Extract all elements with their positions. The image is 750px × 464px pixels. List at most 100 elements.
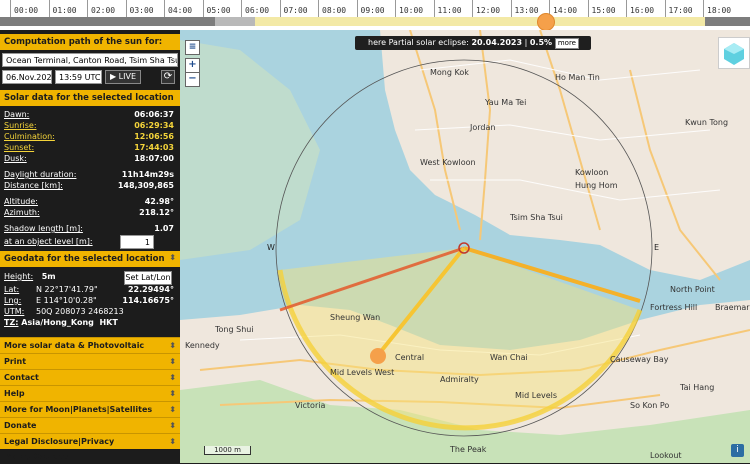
label-jordan: Jordan: [469, 123, 495, 132]
label-the-peak: The Peak: [449, 445, 487, 454]
timeline[interactable]: 00:00 01:00 02:00 03:00 04:00 05:00 06:00 07:00…: [0, 0, 750, 31]
menu-legal[interactable]: Legal Disclosure|Privacy Policy|Cookies ⬍: [0, 433, 180, 461]
eclipse-more-button[interactable]: more: [554, 38, 579, 49]
map[interactable]: W E West Kowloon Tsim Sha Tsui Hung Hom …: [180, 30, 750, 463]
timeline-tick: [10, 0, 11, 17]
daylight-row: Daylight duration: 11h14m29s: [0, 169, 180, 180]
menu-moon-planets-label: More for Moon|Planets|Satellites: [4, 405, 153, 414]
object-level-label[interactable]: at an object level [m]:: [4, 237, 93, 246]
object-level-row: at an object level [m]: 1: [0, 234, 180, 249]
solar-header[interactable]: Solar data for the selected location: [0, 90, 180, 106]
azimuth-label[interactable]: Azimuth:: [4, 208, 40, 217]
eclipse-date: 20.04.2023: [471, 38, 523, 47]
daylight-value: 11h14m29s: [121, 170, 174, 179]
menu-more-solar[interactable]: More solar data & Photovoltaic ⬍: [0, 337, 180, 353]
menu-moon-planets[interactable]: More for Moon|Planets|Satellites ⬍: [0, 401, 180, 417]
label-braemar: Braemar: [715, 303, 750, 312]
menu-print-label: Print: [4, 357, 27, 366]
timeline-tick: [395, 0, 396, 17]
timeline-hour-label: 18:00: [707, 6, 732, 15]
menu-contact[interactable]: Contact ⬍: [0, 369, 180, 385]
timeline-tick: [279, 0, 281, 17]
sidebar: Computation path of the sun for: Ocean T…: [0, 34, 180, 463]
label-fortress-hill: Fortress Hill: [650, 303, 697, 312]
label-lookout: Lookout: [650, 451, 682, 460]
sun-position-slider[interactable]: [537, 13, 555, 31]
timeline-hour-label: 04:00: [168, 6, 193, 15]
sunrise-label[interactable]: Sunrise:: [4, 121, 37, 130]
timeline-hour-label: 08:00: [322, 6, 347, 15]
dawn-value: 06:06:37: [134, 110, 174, 119]
compass-e: E: [654, 243, 659, 252]
timeline-hour-label: 09:00: [360, 6, 385, 15]
sunrise-value: 06:29:34: [134, 121, 174, 130]
lng-decimal-value: 114.16675°: [122, 296, 174, 305]
culmination-label[interactable]: Culmination:: [4, 132, 55, 141]
lng-row: Lng: E 114°10'0.28" 114.16675°: [0, 295, 180, 306]
time-input[interactable]: 13:59 UTC+8: [55, 70, 102, 84]
chevron-down-icon: ⬍: [169, 253, 176, 262]
chevron-down-icon: ⬍: [169, 421, 176, 430]
label-central: Central: [395, 353, 424, 362]
timeline-hour-label: 13:00: [514, 6, 539, 15]
label-north-point: North Point: [670, 285, 715, 294]
sunset-value: 17:44:03: [134, 143, 174, 152]
timeline-tick: [356, 0, 358, 17]
label-so-kon-po: So Kon Po: [630, 401, 669, 410]
eclipse-separator: |: [524, 38, 528, 47]
timeline-tick: [587, 0, 589, 17]
layers-menu-icon[interactable]: ≡: [185, 40, 200, 55]
label-mong-kok: Mong Kok: [430, 68, 469, 77]
height-label[interactable]: Height:: [4, 272, 33, 281]
eclipse-percent: 0.5%: [529, 38, 553, 47]
timeline-tick: [164, 0, 165, 17]
menu-print[interactable]: Print ⬍: [0, 353, 180, 369]
date-input[interactable]: 06.Nov.2023: [2, 70, 52, 84]
tz-row: TZ: Asia/Hong_Kong HKT: [0, 317, 180, 328]
set-latlon-button[interactable]: Set Lat/Lon: [124, 271, 172, 285]
timeline-hour-label: 01:00: [52, 6, 77, 15]
label-victoria: Victoria: [295, 401, 325, 410]
info-icon[interactable]: i: [731, 444, 744, 457]
dawn-row: Dawn: 06:06:37: [0, 109, 180, 120]
timeline-tick: [472, 0, 473, 17]
chevron-down-icon: ⬍: [169, 373, 176, 382]
refresh-icon[interactable]: ⟳: [161, 70, 175, 84]
chevron-down-icon: ⬍: [169, 405, 176, 414]
chevron-down-icon: ⬍: [169, 437, 176, 446]
menu-help[interactable]: Help ⬍: [0, 385, 180, 401]
timeline-hour-label: 02:00: [91, 6, 116, 15]
daylight-label[interactable]: Daylight duration:: [4, 170, 76, 179]
geo-header-label: Geodata for the selected location: [4, 254, 165, 264]
compass-w: W: [267, 243, 275, 252]
label-yau-ma-tei: Yau Ma Tei: [484, 98, 526, 107]
shadow-label[interactable]: Shadow length [m]:: [4, 224, 83, 233]
dawn-label[interactable]: Dawn:: [4, 110, 29, 119]
menu-more-solar-label: More solar data & Photovoltaic: [4, 341, 145, 350]
geo-header[interactable]: Geodata for the selected location ⬍: [0, 251, 180, 267]
utm-label[interactable]: UTM:: [4, 307, 24, 316]
live-button[interactable]: ▶ LIVE: [105, 70, 141, 84]
label-causeway-bay: Causeway Bay: [610, 355, 669, 364]
timeline-tick: [87, 0, 88, 17]
lng-label[interactable]: Lng:: [4, 296, 21, 305]
label-mid-levels-west: Mid Levels West: [330, 368, 394, 377]
location-input[interactable]: Ocean Terminal, Canton Road, Tsim Sha Ts…: [2, 53, 178, 67]
label-wan-chai: Wan Chai: [490, 353, 528, 362]
zoom-in-button[interactable]: +: [185, 58, 200, 73]
tz-label[interactable]: TZ:: [4, 318, 18, 327]
distance-label[interactable]: Distance [km]:: [4, 181, 63, 190]
app-logo-icon[interactable]: [718, 37, 750, 69]
tz-value: Asia/Hong_Kong: [21, 318, 94, 327]
current-sun-marker[interactable]: [370, 348, 386, 364]
menu-donate[interactable]: Donate ⬍: [0, 417, 180, 433]
timeline-tick: [664, 0, 666, 17]
lat-label[interactable]: Lat:: [4, 285, 19, 294]
altitude-label[interactable]: Altitude:: [4, 197, 38, 206]
zoom-out-button[interactable]: −: [185, 72, 200, 87]
eclipse-prefix: here Partial solar eclipse:: [368, 38, 469, 47]
timeline-hour-label: 14:00: [553, 6, 578, 15]
sunset-label[interactable]: Sunset:: [4, 143, 34, 152]
dusk-label[interactable]: Dusk:: [4, 154, 27, 163]
object-level-input[interactable]: 1: [120, 235, 154, 249]
